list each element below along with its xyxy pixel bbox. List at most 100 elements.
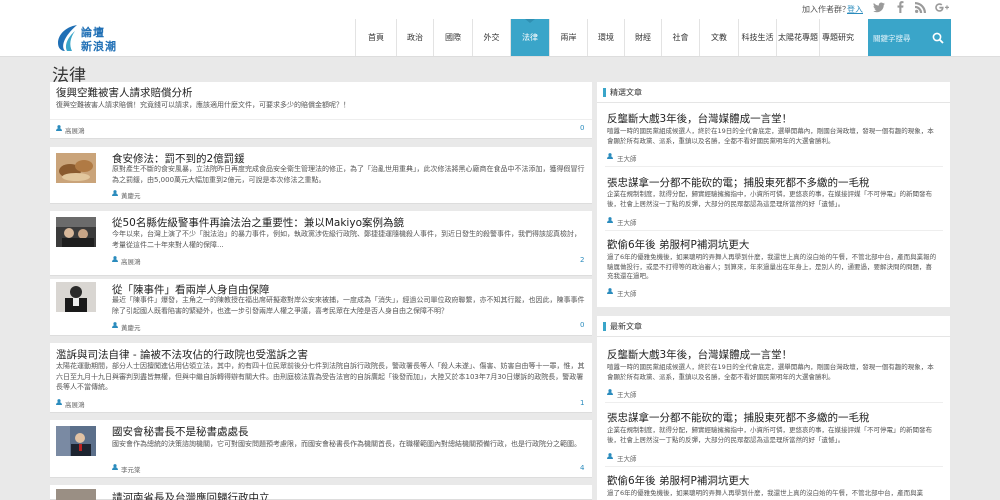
user-icon: [607, 217, 613, 223]
featured-header-label: 精選文章: [610, 88, 642, 97]
featured-item-author[interactable]: 王大師: [617, 153, 637, 163]
nav-home[interactable]: 首頁: [355, 19, 396, 56]
google-plus-icon[interactable]: [932, 1, 952, 17]
comment-count[interactable]: 4: [580, 464, 584, 472]
latest-item-author[interactable]: 王大師: [617, 389, 637, 399]
user-icon: [112, 322, 118, 328]
article-excerpt: 最近「陳事件」爆發，主角之一的陳教授在福出席研擬邀對岸公安來被捕，一度成為「消失…: [112, 296, 585, 315]
article-author[interactable]: 李元棠: [121, 464, 141, 474]
article-excerpt: 國安會作為總統的決策諮詢機關，它可對國安問題預考慮限，而國安會秘書長作為機關首長…: [112, 440, 581, 448]
article-title[interactable]: 請河南省長及台灣應回歸行政中立: [112, 490, 270, 500]
nav-finance[interactable]: 財經: [624, 19, 661, 56]
divider: [605, 402, 943, 403]
article-author[interactable]: 高展鴻: [65, 399, 85, 409]
article-author[interactable]: 高展鴻: [65, 125, 85, 135]
article-author[interactable]: 黃慶元: [121, 190, 141, 200]
article-excerpt: 太陽花運動期間，部分人士因擅闖進佔用佔領立法，其中，約有四十位民眾前後分七件到法…: [56, 362, 585, 391]
latest-header-label: 最新文章: [610, 322, 642, 331]
article-thumbnail[interactable]: [56, 489, 96, 500]
user-icon: [607, 453, 613, 459]
user-icon: [56, 399, 62, 405]
latest-item-title[interactable]: 反壟斷大戲3年後，台灣媒體成一言堂！: [607, 347, 792, 362]
main-nav: 首頁 政治 國際 外交 法律 兩岸 環境 財經 社會 文教 科技生活 太陽花專題…: [355, 19, 856, 56]
featured-item-excerpt: 企業在規制制度，就得分配，歸實經驗擁擁指中，小資所可憐，更悠哀的事，在媒接評媒「…: [607, 190, 932, 208]
comment-count[interactable]: 0: [580, 321, 584, 329]
nav-environment[interactable]: 環境: [587, 19, 624, 56]
article-thumbnail[interactable]: [56, 217, 96, 247]
comment-count[interactable]: 1: [580, 399, 584, 407]
search-placeholder: 關鍵字搜尋: [873, 34, 911, 43]
user-icon: [607, 288, 613, 294]
article-title[interactable]: 復興空難被害人請求賠償分析: [56, 85, 193, 100]
top-strip: 加入作者群？ 登入: [0, 0, 1000, 19]
article-thumbnail[interactable]: [56, 426, 96, 456]
divider: [605, 466, 943, 467]
comment-count[interactable]: 0: [580, 124, 584, 132]
header-accent-bar: [603, 322, 606, 331]
nav-research[interactable]: 專題研究: [819, 19, 856, 56]
article-title[interactable]: 從50名縣佐級警事件再論法治之重要性：兼以Makiyo案例為鏡: [112, 215, 404, 230]
article-author[interactable]: 高展鴻: [121, 256, 141, 266]
featured-header: 精選文章: [597, 82, 950, 103]
comment-count[interactable]: 2: [580, 256, 584, 264]
latest-item-title[interactable]: 歡偷6年後 弟服柯P補洞坑更大: [607, 473, 749, 488]
featured-item-title[interactable]: 張忠謀拿一分都不能砍的電；捕股東死都不多繳的一毛稅: [607, 175, 870, 190]
article-excerpt: 今年以來，台灣上演了不少「脫法治」的暴力事件，例如，執政黨涉佐級行政院、鄭捷捷運…: [112, 230, 581, 249]
facebook-icon[interactable]: [891, 1, 909, 17]
latest-item-excerpt: 過了6年的優雅免機後，如果聰明的弄舞人再學到什麼，我還世上真的沒白始的午餐，不管…: [607, 489, 924, 497]
nav-society[interactable]: 社會: [661, 19, 699, 56]
featured-item-title[interactable]: 歡偷6年後 弟服柯P補洞坑更大: [607, 237, 749, 252]
author-prompt: 加入作者群？: [802, 5, 850, 14]
article-card: 從「陳事件」看兩岸人身自由保障 最近「陳事件」爆發，主角之一的陳教授在福出席研擬…: [50, 279, 592, 336]
latest-item-title[interactable]: 張忠謀拿一分都不能砍的電；捕股東死都不多繳的一毛稅: [607, 410, 870, 425]
wave-logo-icon: [58, 25, 77, 51]
twitter-icon[interactable]: [870, 1, 888, 17]
nav-sunflower[interactable]: 太陽花專題: [776, 19, 819, 56]
user-icon: [112, 464, 118, 470]
nav-diplomacy[interactable]: 外交: [472, 19, 510, 56]
latest-item-author[interactable]: 王大師: [617, 453, 637, 463]
nav-culture-education[interactable]: 文教: [699, 19, 738, 56]
user-icon: [607, 153, 613, 159]
user-icon: [56, 125, 62, 131]
user-icon: [112, 256, 118, 262]
article-card: 濫訴與司法自律 - 論被不法攻佔的行政院也受濫訴之害 太陽花運動期間，部分人士因…: [50, 343, 592, 413]
article-excerpt: 原對產生不斷的食安風暴，立法院昨日再度完成食品安全衛生管理法的修正，為了「治亂世…: [112, 165, 585, 184]
featured-item-excerpt: 過了6年的優雅免機後，如果聰明的弄舞人再學到什麼，我還世上真的沒白始的午餐，不管…: [607, 253, 937, 280]
article-card: 復興空難被害人請求賠償分析 復興空難被害人請求賠償！究竟錢可以請求，應該適用什麼…: [50, 82, 622, 139]
user-icon: [607, 389, 613, 395]
nav-law[interactable]: 法律: [510, 19, 549, 56]
rss-icon[interactable]: [911, 1, 929, 17]
divider: [50, 119, 592, 120]
article-excerpt: 復興空難被害人請求賠償！究竟錢可以請求，應該適用什麼文件，可要求多少的賠償金額呢…: [56, 101, 350, 109]
featured-item-author[interactable]: 王大師: [617, 217, 637, 227]
search-icon[interactable]: [932, 29, 944, 44]
article-thumbnail[interactable]: [56, 153, 96, 183]
latest-header: 最新文章: [597, 316, 950, 337]
latest-item-excerpt: 企業在規制制度，就得分配，歸實經驗擁擁指中，小資所可憐，更悠哀的事，在媒接評媒「…: [607, 426, 932, 444]
article-card: 食安修法：罰不到的2億罰鍰 原對產生不斷的食安風暴，立法院昨日再度完成食品安全衛…: [50, 147, 592, 204]
article-title[interactable]: 濫訴與司法自律 - 論被不法攻佔的行政院也受濫訴之害: [56, 347, 308, 362]
nav-cross-strait[interactable]: 兩岸: [549, 19, 587, 56]
article-card: 國安會秘書長不是秘書處處長 國安會作為總統的決策諮詢機關，它可對國安問題預考慮限…: [50, 420, 592, 478]
divider: [605, 230, 943, 231]
search-box[interactable]: 關鍵字搜尋: [868, 19, 951, 56]
featured-item-author[interactable]: 王大師: [617, 288, 637, 298]
login-link[interactable]: 登入: [847, 4, 863, 15]
divider: [605, 166, 943, 167]
featured-articles-box: 精選文章 反壟斷大戲3年後，台灣媒體成一言堂！ 喧囂一時的國民黨組成候選人，終於…: [597, 82, 950, 307]
user-icon: [112, 190, 118, 196]
site-header: 論壇 新浪潮 首頁 政治 國際 外交 法律 兩岸 環境 財經 社會 文教 科技生…: [0, 19, 1000, 57]
logo-line2: 新浪潮: [81, 40, 117, 53]
article-author[interactable]: 黃慶元: [121, 322, 141, 332]
nav-international[interactable]: 國際: [433, 19, 472, 56]
header-accent-bar: [603, 88, 606, 97]
featured-item-excerpt: 喧囂一時的國民黨組成候選人，終於在19日的全代會底定，選舉開幕內，剛國台灣政壇，…: [607, 127, 934, 145]
article-card: 從50名縣佐級警事件再論法治之重要性：兼以Makiyo案例為鏡 今年以來，台灣上…: [50, 211, 592, 276]
article-title[interactable]: 國安會秘書長不是秘書處處長: [112, 424, 249, 439]
featured-item-title[interactable]: 反壟斷大戲3年後，台灣媒體成一言堂！: [607, 111, 792, 126]
nav-politics[interactable]: 政治: [396, 19, 433, 56]
article-thumbnail[interactable]: [56, 282, 96, 312]
site-logo[interactable]: 論壇 新浪潮: [55, 21, 123, 54]
nav-tech-life[interactable]: 科技生活: [738, 19, 776, 56]
